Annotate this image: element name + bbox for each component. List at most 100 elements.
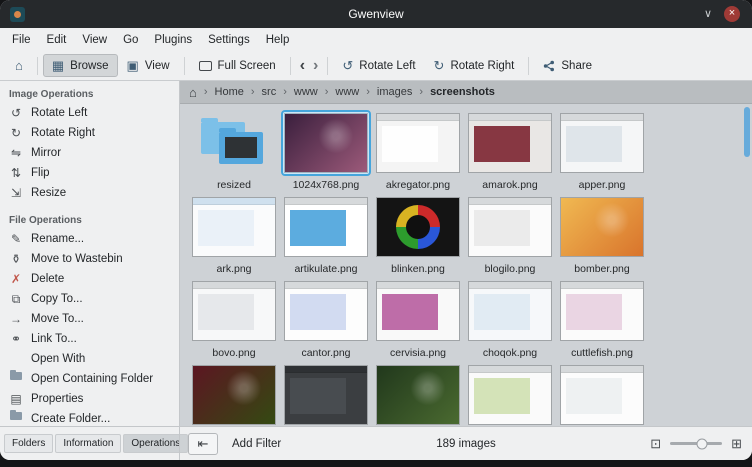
zoom-slider-handle[interactable] xyxy=(697,438,708,449)
breadcrumb-item[interactable]: www xyxy=(276,86,318,98)
forward-button[interactable]: › xyxy=(309,58,322,74)
breadcrumb: ⌂ Homesrcwwwwwwimagesscreenshots xyxy=(180,81,752,104)
thumbnail-partial[interactable] xyxy=(280,362,372,426)
thumbnail-bomber.png[interactable]: bomber.png xyxy=(556,194,648,278)
thumbnail-label: blogilo.png xyxy=(485,263,536,275)
sidebar-item[interactable]: Open With xyxy=(0,349,179,369)
menu-item[interactable]: Help xyxy=(258,34,298,46)
thumbnail-label: amarok.png xyxy=(482,179,537,191)
sidebar-item[interactable]: Open Containing Folder xyxy=(0,369,179,389)
sidebar-item[interactable]: Copy To... xyxy=(0,289,179,309)
thumbnail-partial[interactable] xyxy=(372,362,464,426)
thumbnail-1024x768.png[interactable]: 1024x768.png xyxy=(280,110,372,194)
back-button[interactable]: ‹ xyxy=(296,58,309,74)
sidebar-item[interactable]: Move To... xyxy=(0,309,179,329)
thumbnail-image xyxy=(285,282,367,340)
thumbnail-image xyxy=(377,198,459,256)
menu-item[interactable]: Go xyxy=(115,34,146,46)
sidebar-item[interactable]: Delete xyxy=(0,269,179,289)
thumbnail-resized[interactable]: resized xyxy=(188,110,280,194)
thumbnail-view[interactable]: resized1024x768.png akregator.png amarok.p… xyxy=(180,104,752,426)
zoom-controls: ⊡ ⊞ xyxy=(650,437,752,450)
menu-item[interactable]: Edit xyxy=(39,34,75,46)
sidebar-item[interactable]: Properties xyxy=(0,389,179,409)
menu-item[interactable]: View xyxy=(74,34,115,46)
thumbnail-cervisia.png[interactable]: cervisia.png xyxy=(372,278,464,362)
browse-button[interactable]: ▦ Browse xyxy=(43,54,118,77)
share-label: Share xyxy=(561,60,592,72)
thumbnail-apper.png[interactable]: apper.png xyxy=(556,110,648,194)
zoom-slider[interactable] xyxy=(670,442,722,445)
thumbnail-partial[interactable] xyxy=(188,362,280,426)
wastebin-icon xyxy=(9,252,23,266)
thumbnail-akregator.png[interactable]: akregator.png xyxy=(372,110,464,194)
link-icon xyxy=(9,332,23,346)
thumbnail-ark.png[interactable]: ark.png xyxy=(188,194,280,278)
rotate-right-button[interactable]: ↻ Rotate Right xyxy=(425,54,524,77)
sidebar-item[interactable]: Flip xyxy=(0,163,179,183)
menu-item[interactable]: Plugins xyxy=(146,34,200,46)
share-icon xyxy=(543,60,555,72)
sidebar-item[interactable]: Move to Wastebin xyxy=(0,249,179,269)
gwenview-window: Gwenview ∨ × FileEditViewGoPluginsSettin… xyxy=(0,0,752,460)
toolbar-separator xyxy=(37,57,38,75)
menu-bar: FileEditViewGoPluginsSettingsHelp xyxy=(0,28,752,51)
rotate-left-icon xyxy=(9,106,23,120)
filter-toggle-button[interactable]: ⇤ xyxy=(188,433,218,455)
thumbnail-label: akregator.png xyxy=(386,179,450,191)
thumbnail-choqok.png[interactable]: choqok.png xyxy=(464,278,556,362)
thumbnail-cuttlefish.png[interactable]: cuttlefish.png xyxy=(556,278,648,362)
properties-icon xyxy=(9,392,23,406)
thumbnail-image xyxy=(561,282,643,340)
menu-item[interactable]: File xyxy=(4,34,39,46)
titlebar[interactable]: Gwenview ∨ × xyxy=(0,0,752,28)
sidebar-item[interactable]: Rotate Left xyxy=(0,103,179,123)
thumbnail-label: ark.png xyxy=(216,263,251,275)
breadcrumb-item[interactable]: www xyxy=(318,86,360,98)
breadcrumb-item[interactable]: src xyxy=(244,86,276,98)
rotate-right-icon xyxy=(9,126,23,140)
thumbnail-bovo.png[interactable]: bovo.png xyxy=(188,278,280,362)
thumbnail-blogilo.png[interactable]: blogilo.png xyxy=(464,194,556,278)
breadcrumb-item[interactable]: Home xyxy=(197,86,244,98)
sidebar-item[interactable]: Rename... xyxy=(0,229,179,249)
sidebar-item[interactable]: Resize xyxy=(0,183,179,203)
sidebar-item[interactable]: Create Folder... xyxy=(0,409,179,426)
rotate-left-icon: ↺ xyxy=(342,59,353,72)
view-button[interactable]: ▣ View xyxy=(118,54,179,77)
flip-icon xyxy=(9,166,23,180)
toolbar-separator xyxy=(290,57,291,75)
thumbnail-label: blinken.png xyxy=(391,263,445,275)
share-button[interactable]: Share xyxy=(534,55,601,77)
tab-folders[interactable]: Folders xyxy=(4,434,53,453)
zoom-fit-icon[interactable]: ⊡ xyxy=(650,437,661,450)
fullscreen-button[interactable]: Full Screen xyxy=(190,55,285,77)
sidebar-item[interactable]: Mirror xyxy=(0,143,179,163)
menu-item[interactable]: Settings xyxy=(200,34,258,46)
thumbnail-blinken.png[interactable]: blinken.png xyxy=(372,194,464,278)
toolbar-separator xyxy=(327,57,328,75)
thumbnail-partial[interactable] xyxy=(556,362,648,426)
thumbnail-cantor.png[interactable]: cantor.png xyxy=(280,278,372,362)
breadcrumb-item[interactable]: screenshots xyxy=(412,86,494,98)
sidebar-item[interactable]: Rotate Right xyxy=(0,123,179,143)
home-button[interactable]: ⌂ xyxy=(6,54,32,77)
add-filter-button[interactable]: Add Filter xyxy=(228,435,285,453)
zoom-actual-size-icon[interactable]: ⊞ xyxy=(731,437,742,450)
minimize-button[interactable]: ∨ xyxy=(704,9,712,20)
breadcrumb-home-icon[interactable]: ⌂ xyxy=(189,85,197,100)
breadcrumb-item[interactable]: images xyxy=(359,86,412,98)
thumbnail-label: bomber.png xyxy=(574,263,629,275)
thumbnail-partial[interactable] xyxy=(464,362,556,426)
sidebar-item[interactable]: Link To... xyxy=(0,329,179,349)
tab-information[interactable]: Information xyxy=(55,434,121,453)
thumbnail-image xyxy=(285,366,367,424)
rotate-left-button[interactable]: ↺ Rotate Left xyxy=(333,54,424,77)
thumbnail-image xyxy=(193,366,275,424)
home-icon: ⌂ xyxy=(15,59,23,72)
sidebar-tab-bar: Folders Information Operations xyxy=(0,434,179,453)
thumbnail-artikulate.png[interactable]: artikulate.png xyxy=(280,194,372,278)
thumbnail-amarok.png[interactable]: amarok.png xyxy=(464,110,556,194)
close-button[interactable]: × xyxy=(724,6,740,22)
vertical-scrollbar[interactable] xyxy=(744,107,750,157)
